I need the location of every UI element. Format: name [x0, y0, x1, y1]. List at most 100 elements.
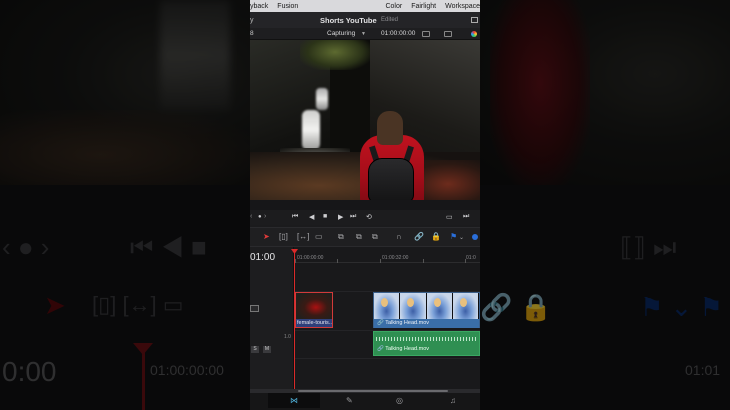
viewer-size-icon[interactable]	[444, 31, 452, 37]
clip-name-text: Talking Head.mov	[385, 346, 429, 352]
clip-name-text: Talking Head.mov	[385, 320, 429, 326]
track-divider	[294, 358, 480, 359]
next-clip-icon[interactable]: ›	[264, 213, 266, 220]
backdrop-flag-icon: ⚑ ⌄ ⚑	[640, 292, 723, 322]
backdrop-leaves	[0, 110, 250, 185]
backdrop-rewind-icon: ⏮ ◀ ■	[130, 232, 207, 262]
clip-thumbnail	[296, 293, 332, 319]
clip-name: 🔗 Talking Head.mov	[377, 346, 429, 352]
edited-status: Edited	[381, 17, 399, 23]
flag-icon[interactable]: ⚑	[450, 232, 457, 241]
waterfall-lower	[302, 110, 320, 150]
audio-gain: 1.0	[284, 334, 291, 340]
loop-icon[interactable]: ⟲	[366, 213, 372, 221]
resolve-app: yback Fusion Color Fairlight Workspace y…	[250, 0, 480, 410]
ruler-label: 01:0	[466, 255, 476, 261]
solo-button[interactable]: S	[251, 346, 259, 353]
video-clip-female-tourist[interactable]: female-touris...	[295, 292, 333, 328]
reverse-icon[interactable]: ◀	[309, 213, 314, 221]
backdrop-red-jacket	[490, 0, 590, 185]
timeline-ruler[interactable]: 01:00:00:00 01:00:32:00 01:0	[294, 247, 480, 263]
window-icon[interactable]	[471, 17, 478, 23]
chevron-down-icon[interactable]: ⌄	[459, 234, 464, 241]
timeline-timecode: 01:00	[250, 252, 276, 263]
color-wheel-icon[interactable]	[471, 31, 477, 37]
backpack	[368, 158, 414, 200]
ruler-label: 01:00:00:00	[297, 255, 324, 261]
backdrop-trim-icon: [▯] [↔] ▭	[92, 292, 184, 317]
backdrop-ruler-label: 01:00:00:00	[150, 362, 224, 378]
go-to-start-icon[interactable]: ⏮	[292, 213, 298, 221]
chevron-down-icon[interactable]: ▼	[361, 31, 366, 37]
ruler-tick	[295, 259, 296, 263]
menu-playback[interactable]: yback	[250, 3, 268, 10]
audio-waveform	[376, 337, 477, 341]
capture-dropdown[interactable]: Capturing	[327, 30, 355, 37]
scrollbar-thumb[interactable]	[298, 390, 448, 392]
backdrop-timecode: 0:00	[2, 356, 57, 387]
track-headers: 01:00 1.0 S M	[250, 247, 294, 390]
ruler-tick	[380, 259, 381, 263]
clip-name: 🔗 Talking Head.mov	[374, 319, 479, 328]
edit-toolbar: ➤ [▯] [↔] ▭ ⧉ ⧉ ⧉ ∩ 🔗 🔒 ⚑ ⌄	[250, 227, 480, 247]
link-icon[interactable]: 🔗	[414, 232, 424, 241]
clip-name: female-touris...	[296, 319, 332, 327]
cut-page-icon[interactable]: ⋈	[290, 396, 298, 405]
next-edit-icon[interactable]: ⏭	[463, 213, 469, 221]
insert-clip-icon[interactable]: ⧉	[338, 232, 344, 242]
playhead[interactable]	[294, 251, 295, 390]
audio-clip-talking-head[interactable]: 🔗 Talking Head.mov	[373, 331, 480, 356]
blade-tool-icon[interactable]: ▭	[315, 232, 323, 241]
video-viewer[interactable]	[250, 40, 480, 200]
backdrop-prev-icon: ‹ ● ›	[2, 232, 50, 262]
viewer-mode-icon[interactable]	[422, 31, 430, 37]
lock-icon[interactable]: 🔒	[431, 232, 441, 241]
backdrop-ruler-label: 01:01	[685, 362, 721, 378]
viewer-gap	[250, 200, 480, 210]
backdrop-waterfall	[160, 0, 230, 110]
stop-icon[interactable]: ■	[323, 213, 327, 220]
selection-tool-icon[interactable]: ➤	[263, 232, 270, 241]
ruler-tick	[423, 259, 424, 263]
snapping-icon[interactable]: ∩	[396, 232, 402, 241]
color-page-icon[interactable]: ◎	[396, 396, 403, 405]
mute-button[interactable]: M	[263, 346, 271, 353]
go-to-end-icon[interactable]: ⏭	[350, 213, 356, 221]
moss	[300, 40, 370, 70]
project-title: Shorts YouTube	[320, 15, 377, 25]
backdrop-playhead	[142, 345, 145, 410]
back-fragment[interactable]: y	[250, 17, 254, 24]
video-clip-talking-head[interactable]: 🔗 Talking Head.mov	[373, 292, 480, 328]
timeline-panel[interactable]: 01:00 1.0 S M 01:00:00:00 01:00:32:00 01…	[250, 247, 480, 390]
trim-tool-icon[interactable]: [▯]	[279, 232, 288, 241]
menu-color[interactable]: Color	[385, 3, 402, 10]
fusion-page-icon[interactable]: ✎	[346, 396, 353, 405]
fairlight-page-icon[interactable]: ♫	[450, 396, 456, 405]
backdrop-left: ‹ ● › ⏮ ◀ ■ ➤ [▯] [↔] ▭ 0:00 01:00:00:00	[0, 0, 250, 410]
video-track-icon[interactable]	[250, 305, 259, 312]
page-switcher: ⋈ ✎ ◎ ♫	[250, 393, 480, 410]
hair	[377, 111, 403, 145]
viewer-number: 8	[250, 30, 254, 37]
prev-clip-icon[interactable]: ‹	[250, 213, 252, 220]
viewer-bar: 8 Capturing ▼ 01:00:00:00	[250, 28, 480, 40]
overwrite-clip-icon[interactable]: ⧉	[356, 232, 362, 242]
ruler-tick	[465, 259, 466, 263]
ruler-tick	[337, 259, 338, 263]
menu-workspace[interactable]: Workspace	[445, 3, 480, 10]
dynamic-trim-icon[interactable]: [↔]	[297, 232, 309, 241]
menu-fairlight[interactable]: Fairlight	[411, 3, 436, 10]
marker-color-icon[interactable]	[472, 234, 478, 240]
backdrop-right: ⟦⟧ ⏭ 🔗 🔒 ⚑ ⌄ ⚑ 01:01	[480, 0, 730, 410]
project-titlebar: y Shorts YouTube Edited	[250, 12, 480, 28]
marker-dot-icon[interactable]: ●	[258, 214, 262, 220]
backdrop-link-icon: 🔗 🔒	[480, 292, 552, 322]
play-icon[interactable]: ▶	[338, 213, 343, 221]
backdrop-select-icon: ➤	[44, 290, 66, 320]
waterfall-upper	[316, 88, 328, 110]
ruler-label: 01:00:32:00	[382, 255, 409, 261]
replace-clip-icon[interactable]: ⧉	[372, 232, 378, 242]
fullscreen-icon[interactable]: ▭	[446, 213, 453, 221]
menu-fusion[interactable]: Fusion	[277, 3, 298, 10]
backdrop-loop-icon: ⟦⟧ ⏭	[620, 232, 677, 262]
